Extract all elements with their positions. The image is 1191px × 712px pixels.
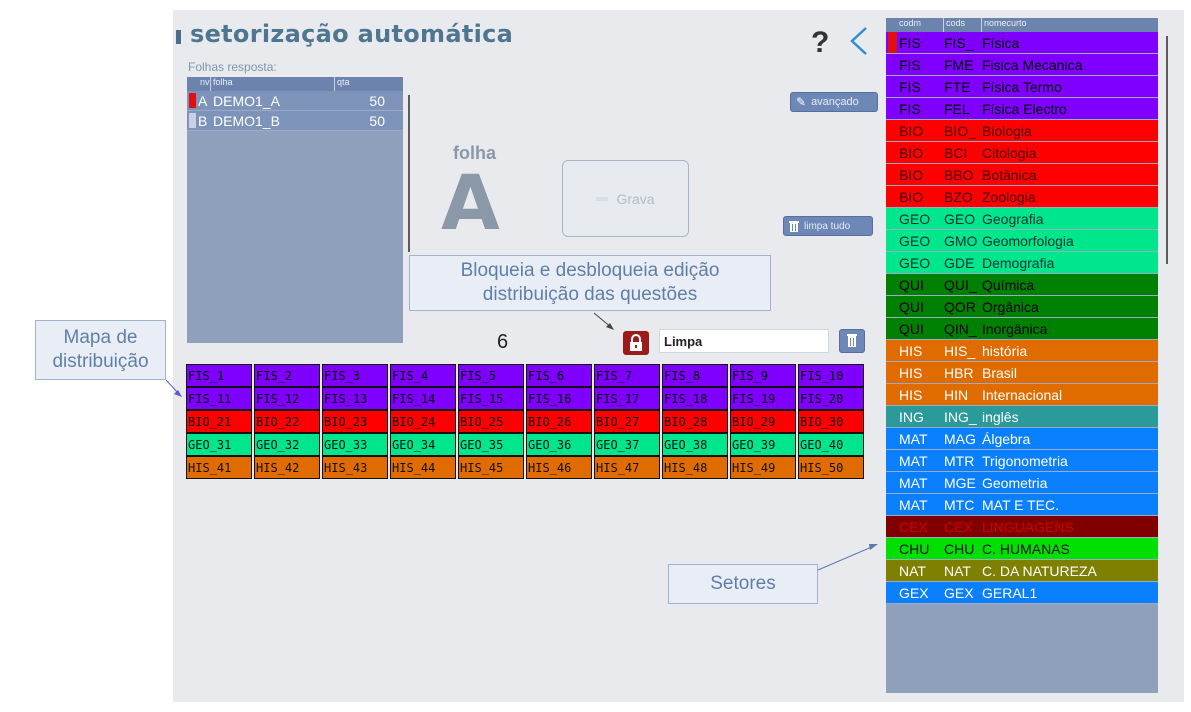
callout-arrows xyxy=(165,312,878,571)
